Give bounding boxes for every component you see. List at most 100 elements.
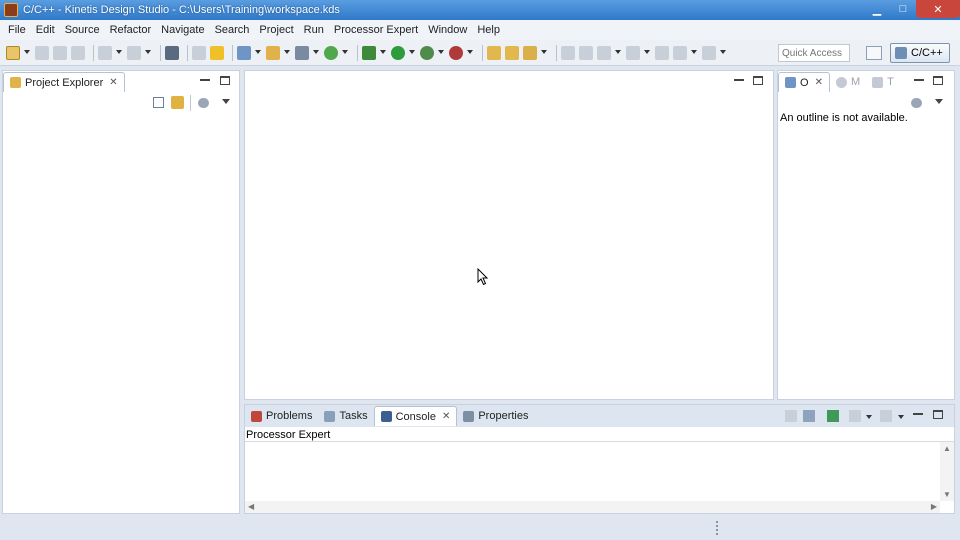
build-config-icon[interactable]	[98, 45, 112, 60]
menu-processor-expert[interactable]: Processor Expert	[329, 24, 423, 36]
editor-area[interactable]	[244, 70, 774, 400]
minimize-view-icon[interactable]	[913, 410, 923, 415]
perspective-c-cpp-button[interactable]: C/C++	[890, 43, 950, 63]
close-icon[interactable]: ✕	[815, 77, 823, 88]
minimize-button[interactable]: ▁	[864, 0, 890, 18]
menu-source[interactable]: Source	[60, 24, 105, 36]
tab-properties[interactable]: Properties	[457, 406, 534, 426]
filter-icon[interactable]	[198, 98, 209, 108]
pin-console-icon[interactable]	[827, 410, 839, 422]
back-icon[interactable]	[673, 45, 687, 60]
back-arrow-icon[interactable]	[655, 45, 669, 60]
save-icon[interactable]	[35, 45, 49, 60]
tab-outline[interactable]: O ✕	[778, 72, 830, 92]
filter-icon[interactable]	[911, 98, 922, 108]
close-icon[interactable]: ✕	[442, 411, 450, 422]
chevron-down-icon[interactable]	[644, 49, 650, 56]
search-icon[interactable]	[523, 45, 537, 60]
collapse-all-icon[interactable]	[153, 97, 164, 108]
refresh-icon[interactable]	[324, 45, 338, 60]
open-console-icon[interactable]	[880, 410, 892, 422]
minimize-view-icon[interactable]	[200, 76, 210, 81]
run-configurations-icon[interactable]	[420, 45, 434, 60]
minimize-view-icon[interactable]	[734, 76, 744, 81]
save-all-icon[interactable]	[53, 45, 67, 60]
clear-console-icon[interactable]	[803, 410, 815, 422]
minimize-view-icon[interactable]	[914, 76, 924, 81]
view-menu-icon[interactable]	[222, 99, 230, 104]
scroll-up-icon[interactable]: ▲	[943, 444, 951, 453]
chevron-down-icon[interactable]	[24, 49, 30, 56]
scroll-down-icon[interactable]: ▼	[943, 490, 951, 499]
next-annotation-icon[interactable]	[579, 45, 593, 60]
menu-refactor[interactable]: Refactor	[105, 24, 157, 36]
quick-access-input[interactable]	[778, 44, 850, 62]
maximize-view-icon[interactable]	[753, 76, 763, 85]
open-resource-icon[interactable]	[505, 45, 519, 60]
menu-edit[interactable]: Edit	[31, 24, 60, 36]
menu-window[interactable]: Window	[423, 24, 472, 36]
chevron-down-icon[interactable]	[284, 49, 290, 56]
chevron-down-icon[interactable]	[313, 49, 319, 56]
chevron-down-icon[interactable]	[380, 49, 386, 56]
scroll-right-icon[interactable]: ▶	[931, 502, 937, 511]
open-perspective-icon[interactable]	[866, 46, 882, 60]
external-tools-icon[interactable]	[449, 45, 463, 60]
pin-icon[interactable]	[626, 45, 640, 60]
maximize-view-icon[interactable]	[220, 76, 230, 85]
chevron-down-icon[interactable]	[691, 49, 697, 56]
menu-navigate[interactable]: Navigate	[156, 24, 209, 36]
tab-tasks[interactable]: Tasks	[318, 406, 373, 426]
menu-project[interactable]: Project	[254, 24, 298, 36]
new-class-icon[interactable]	[295, 45, 309, 60]
link-with-editor-icon[interactable]	[171, 96, 184, 109]
chevron-down-icon[interactable]	[898, 415, 904, 419]
maximize-view-icon[interactable]	[933, 410, 943, 419]
tab-make-targets[interactable]: M	[830, 72, 866, 92]
new-c-project-icon[interactable]	[237, 45, 251, 60]
horizontal-scrollbar[interactable]: ◀ ▶	[245, 501, 940, 513]
view-menu-icon[interactable]	[935, 99, 943, 104]
forward-icon[interactable]	[702, 45, 716, 60]
open-type-icon[interactable]	[487, 45, 501, 60]
scroll-left-icon[interactable]: ◀	[248, 502, 254, 511]
display-console-icon[interactable]	[849, 410, 861, 422]
chevron-down-icon[interactable]	[866, 415, 872, 419]
chevron-down-icon[interactable]	[720, 49, 726, 56]
maximize-button[interactable]: □	[890, 0, 916, 18]
build-icon[interactable]	[127, 45, 141, 60]
vertical-scrollbar[interactable]: ▲ ▼	[940, 442, 954, 501]
lightning-icon[interactable]	[210, 45, 224, 60]
remove-launch-icon[interactable]	[785, 410, 797, 422]
menu-help[interactable]: Help	[472, 24, 505, 36]
chevron-down-icon[interactable]	[541, 49, 547, 56]
chevron-down-icon[interactable]	[116, 49, 122, 56]
chevron-down-icon[interactable]	[255, 49, 261, 56]
menu-search[interactable]: Search	[210, 24, 255, 36]
prev-annotation-icon[interactable]	[561, 45, 575, 60]
menu-run[interactable]: Run	[299, 24, 329, 36]
toggle-mark-icon[interactable]	[192, 45, 206, 60]
chevron-down-icon[interactable]	[438, 49, 444, 56]
tab-console[interactable]: Console ✕	[373, 406, 458, 426]
chevron-down-icon[interactable]	[342, 49, 348, 56]
status-bar-grip[interactable]	[716, 521, 718, 535]
last-edit-icon[interactable]	[597, 45, 611, 60]
maximize-view-icon[interactable]	[933, 76, 943, 85]
close-button[interactable]: ✕	[916, 0, 960, 18]
run-icon[interactable]	[391, 45, 405, 60]
tab-problems[interactable]: Problems	[245, 406, 318, 426]
tab-task-list[interactable]: T	[866, 72, 900, 92]
menu-file[interactable]: File	[3, 24, 31, 36]
close-icon[interactable]: ✕	[109, 77, 117, 88]
chevron-down-icon[interactable]	[145, 49, 151, 56]
new-icon[interactable]	[6, 45, 20, 60]
tab-project-explorer[interactable]: Project Explorer ✕	[3, 72, 125, 92]
chevron-down-icon[interactable]	[467, 49, 473, 56]
debug-bug-icon[interactable]	[362, 45, 376, 60]
chevron-down-icon[interactable]	[615, 49, 621, 56]
terminate-icon[interactable]	[165, 45, 179, 60]
print-icon[interactable]	[71, 45, 85, 60]
new-folder-icon[interactable]	[266, 45, 280, 60]
chevron-down-icon[interactable]	[409, 49, 415, 56]
